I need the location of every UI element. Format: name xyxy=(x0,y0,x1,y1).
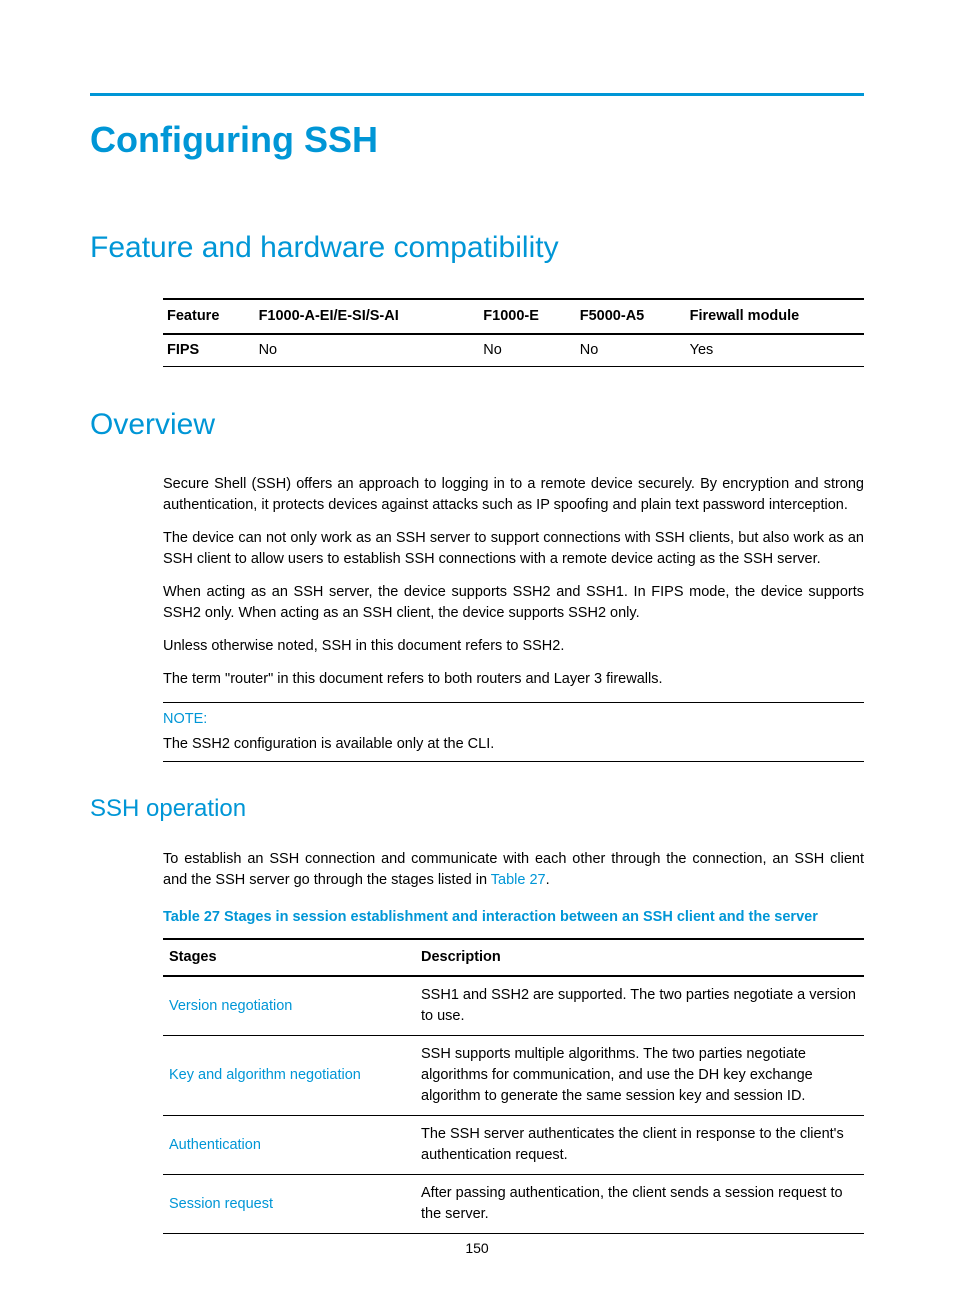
overview-para: Secure Shell (SSH) offers an approach to… xyxy=(163,474,864,516)
compat-td: Yes xyxy=(686,334,864,367)
overview-para: The device can not only work as an SSH s… xyxy=(163,528,864,570)
compat-th: F1000-A-EI/E-SI/S-AI xyxy=(255,299,480,334)
compat-td: No xyxy=(479,334,575,367)
stage-desc: SSH1 and SSH2 are supported. The two par… xyxy=(415,976,864,1036)
compat-td: FIPS xyxy=(163,334,255,367)
table-ref-link[interactable]: Table 27 xyxy=(491,872,546,888)
stages-th: Stages xyxy=(163,939,415,976)
note-text: The SSH2 configuration is available only… xyxy=(163,734,864,755)
stages-table: Stages Description Version negotiation S… xyxy=(163,938,864,1234)
top-rule xyxy=(90,93,864,96)
stage-desc: The SSH server authenticates the client … xyxy=(415,1116,864,1175)
sshop-intro-suffix: . xyxy=(546,872,550,888)
overview-para: The term "router" in this document refer… xyxy=(163,669,864,690)
compat-table: Feature F1000-A-EI/E-SI/S-AI F1000-E F50… xyxy=(163,298,864,367)
section-compat-heading: Feature and hardware compatibility xyxy=(90,226,864,270)
section-overview-heading: Overview xyxy=(90,403,864,447)
compat-td: No xyxy=(255,334,480,367)
subsection-sshop-heading: SSH operation xyxy=(90,792,864,827)
compat-th: Feature xyxy=(163,299,255,334)
table-caption: Table 27 Stages in session establishment… xyxy=(163,907,864,928)
stage-link[interactable]: Authentication xyxy=(169,1137,261,1153)
compat-th: F1000-E xyxy=(479,299,575,334)
note-label: NOTE: xyxy=(163,709,864,730)
compat-th: F5000-A5 xyxy=(576,299,686,334)
stages-th: Description xyxy=(415,939,864,976)
compat-td: No xyxy=(576,334,686,367)
page-title: Configuring SSH xyxy=(90,114,864,166)
overview-para: Unless otherwise noted, SSH in this docu… xyxy=(163,636,864,657)
note-box: NOTE: The SSH2 configuration is availabl… xyxy=(163,702,864,762)
stage-desc: SSH supports multiple algorithms. The tw… xyxy=(415,1036,864,1116)
sshop-intro: To establish an SSH connection and commu… xyxy=(163,849,864,891)
stage-link[interactable]: Version negotiation xyxy=(169,998,292,1014)
stage-link[interactable]: Session request xyxy=(169,1196,273,1212)
overview-para: When acting as an SSH server, the device… xyxy=(163,582,864,624)
page-number: 150 xyxy=(0,1238,954,1258)
stage-link[interactable]: Key and algorithm negotiation xyxy=(169,1067,361,1083)
stage-desc: After passing authentication, the client… xyxy=(415,1175,864,1234)
compat-th: Firewall module xyxy=(686,299,864,334)
